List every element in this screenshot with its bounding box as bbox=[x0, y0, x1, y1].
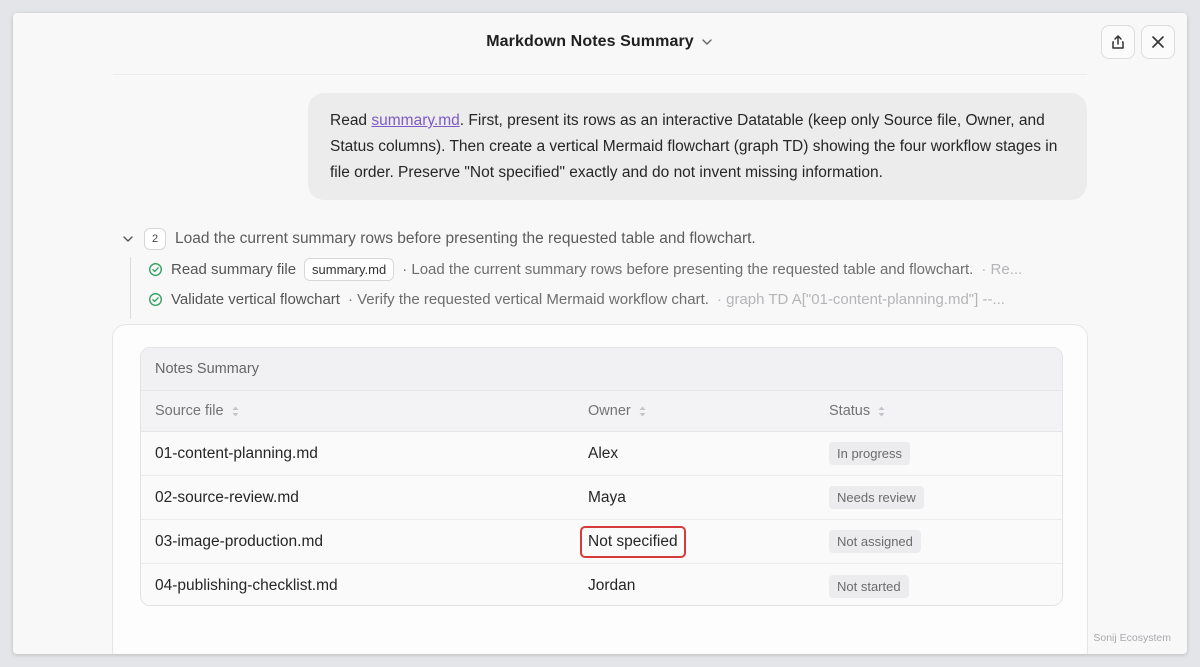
status-badge: Needs review bbox=[829, 486, 924, 509]
watermark: Sonij Ecosystem bbox=[1093, 632, 1171, 644]
close-button[interactable] bbox=[1141, 25, 1175, 59]
sort-icon bbox=[639, 406, 646, 416]
response-card: Notes Summary Source file Owner Status 0… bbox=[112, 324, 1088, 654]
user-message: Read summary.md. First, present its rows… bbox=[308, 93, 1087, 200]
owner-cell: Not specified bbox=[580, 520, 686, 563]
status-badge: In progress bbox=[829, 442, 911, 465]
close-icon bbox=[1152, 36, 1164, 48]
source-file-cell: 03-image-production.md bbox=[155, 532, 324, 550]
page-title: Markdown Notes Summary bbox=[486, 33, 694, 50]
sort-icon bbox=[232, 406, 239, 416]
highlighted-owner-value: Not specified bbox=[580, 525, 686, 558]
tool-count-badge: 2 bbox=[144, 228, 166, 250]
app-window: Markdown Notes Summary Read summary.md. … bbox=[13, 13, 1187, 654]
tool-calls-title: Load the current summary rows before pre… bbox=[175, 230, 756, 247]
table-header-row: Source file Owner Status bbox=[141, 391, 1062, 432]
table-row[interactable]: 02-source-review.md Maya Needs review bbox=[141, 476, 1062, 520]
step-label: Validate vertical flowchart bbox=[171, 291, 340, 308]
status-cell: In progress bbox=[829, 432, 911, 475]
step-extra: · Re... bbox=[981, 261, 1023, 278]
table-row[interactable]: 04-publishing-checklist.md Jordan Not st… bbox=[141, 564, 1062, 605]
chevron-down-icon bbox=[123, 236, 133, 242]
step-description: · Load the current summary rows before p… bbox=[402, 261, 974, 278]
file-chip: summary.md bbox=[304, 258, 395, 281]
check-circle-icon bbox=[149, 293, 162, 306]
header-divider bbox=[113, 74, 1087, 75]
source-file-cell: 04-publishing-checklist.md bbox=[155, 577, 338, 594]
column-header-status[interactable]: Status bbox=[829, 391, 885, 431]
column-header-source-file[interactable]: Source file bbox=[155, 391, 239, 431]
source-file-cell: 01-content-planning.md bbox=[155, 444, 318, 462]
table-row[interactable]: 01-content-planning.md Alex In progress bbox=[141, 432, 1062, 476]
status-badge: Not started bbox=[829, 574, 909, 598]
tool-rail bbox=[130, 257, 131, 319]
table-caption: Notes Summary bbox=[141, 348, 1062, 391]
table-row[interactable]: 03-image-production.md Not specified Not… bbox=[141, 520, 1062, 564]
share-icon bbox=[1112, 35, 1124, 49]
source-file-cell: 02-source-review.md bbox=[155, 488, 299, 506]
notes-datatable: Notes Summary Source file Owner Status 0… bbox=[140, 347, 1063, 606]
status-cell: Not assigned bbox=[829, 520, 921, 563]
share-button[interactable] bbox=[1101, 25, 1135, 59]
title-dropdown[interactable]: Markdown Notes Summary bbox=[13, 33, 1187, 51]
column-header-label: Source file bbox=[155, 403, 224, 419]
step-description: · Verify the requested vertical Mermaid … bbox=[347, 291, 709, 308]
column-header-owner[interactable]: Owner bbox=[588, 391, 646, 431]
header: Markdown Notes Summary bbox=[13, 13, 1187, 75]
step-extra: · graph TD A["01-content-planning.md"] -… bbox=[716, 291, 1005, 308]
owner-cell: Jordan bbox=[588, 577, 636, 594]
status-cell: Needs review bbox=[829, 476, 924, 519]
status-badge: Not assigned bbox=[829, 530, 921, 553]
message-text-prefix: Read bbox=[330, 112, 372, 129]
tool-calls-toggle[interactable]: 2 Load the current summary rows before p… bbox=[121, 228, 756, 250]
column-header-label: Owner bbox=[588, 403, 631, 419]
tool-step-read-summary[interactable]: Read summary file summary.md · Load the … bbox=[148, 258, 1022, 281]
sort-icon bbox=[878, 406, 885, 416]
check-circle-icon bbox=[149, 263, 162, 276]
owner-cell: Alex bbox=[588, 444, 619, 462]
tool-step-validate-flowchart[interactable]: Validate vertical flowchart · Verify the… bbox=[148, 291, 1005, 308]
summary-file-link[interactable]: summary.md bbox=[371, 112, 459, 129]
status-cell: Not started bbox=[829, 564, 909, 605]
step-label: Read summary file bbox=[171, 261, 297, 278]
chevron-down-icon bbox=[702, 39, 712, 45]
column-header-label: Status bbox=[829, 403, 871, 419]
owner-cell: Maya bbox=[588, 488, 626, 506]
